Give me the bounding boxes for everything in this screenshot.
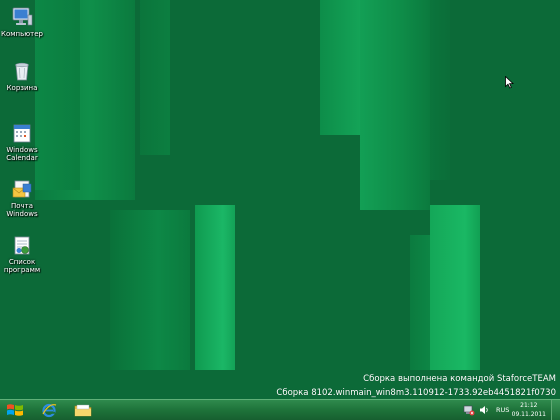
wallpaper-stripe xyxy=(430,0,450,180)
desktop-icon-computer[interactable]: Компьютер xyxy=(0,6,44,38)
clock[interactable]: 21:12 09.11.2011 xyxy=(512,401,546,419)
taskbar: RUS 21:12 09.11.2011 xyxy=(0,399,560,420)
computer-icon xyxy=(12,7,33,26)
folder-icon xyxy=(74,404,92,417)
programs-list-icon xyxy=(14,236,30,255)
desktop-icon-mail[interactable]: Почта Windows xyxy=(0,178,44,218)
windows-logo-icon xyxy=(7,404,23,416)
desktop-icon-label: Компьютер xyxy=(1,30,43,38)
recycle-bin-icon xyxy=(15,62,29,81)
build-watermark-line-1: Сборка выполнена командой StaforceTEAM xyxy=(363,374,556,384)
wallpaper-stripe xyxy=(430,205,480,370)
desktop-icon-recycle-bin[interactable]: Корзина xyxy=(0,60,44,92)
build-watermark-line-2: Сборка 8102.winmain_win8m3.110912-1733.9… xyxy=(276,388,556,398)
taskbar-explorer-button[interactable] xyxy=(72,400,94,420)
desktop-icon-calendar[interactable]: Windows Calendar xyxy=(0,122,44,162)
language-indicator[interactable]: RUS xyxy=(496,402,509,418)
tray-network-icon[interactable] xyxy=(463,402,475,418)
desktop-icon-label: Корзина xyxy=(6,84,38,92)
internet-explorer-icon xyxy=(42,403,57,418)
taskbar-internet-explorer-button[interactable] xyxy=(38,400,60,420)
mouse-cursor-icon xyxy=(505,76,514,89)
desktop[interactable]: Компьютер Корзина Windows Calendar Почта… xyxy=(0,0,560,420)
clock-date: 09.11.2011 xyxy=(511,411,546,418)
wallpaper-stripe xyxy=(140,0,170,155)
tray-volume-icon[interactable] xyxy=(479,402,490,418)
show-desktop-button[interactable] xyxy=(551,400,560,420)
desktop-icon-label: Почта Windows xyxy=(6,202,38,218)
start-button[interactable] xyxy=(0,400,30,420)
calendar-icon xyxy=(13,124,31,143)
desktop-icon-label: Список программ xyxy=(3,258,41,274)
wallpaper-stripe xyxy=(195,205,235,370)
wallpaper-stripe xyxy=(320,0,360,135)
mail-icon xyxy=(12,180,32,198)
desktop-icon-programs-list[interactable]: Список программ xyxy=(0,234,44,274)
wallpaper-stripe xyxy=(360,0,430,210)
desktop-icon-label: Windows Calendar xyxy=(6,146,38,162)
clock-time: 21:12 xyxy=(520,402,538,409)
wallpaper-stripe xyxy=(110,210,190,370)
